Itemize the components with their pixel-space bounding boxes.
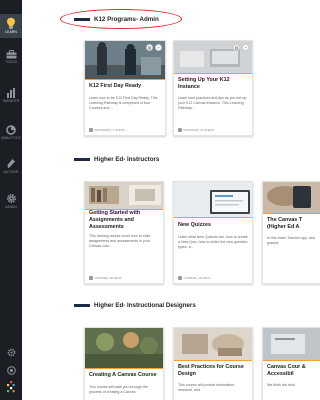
toolbox-icon [6, 50, 16, 59]
section-bar [74, 158, 90, 161]
nav-item-analytics[interactable]: ANALYTICS [0, 125, 22, 140]
card-thumbnail [85, 328, 163, 368]
card-thumbnail [174, 328, 252, 360]
card-description: This course will walk you through the pr… [89, 385, 148, 395]
section-header-higher-ed-designers: Higher Ed- Instructional Designers [74, 302, 196, 309]
card-title: Best Practices for Course Design [174, 360, 252, 380]
nav-item-admin[interactable]: ADMIN [0, 193, 22, 209]
course-card-canvas-teacher-app-partial[interactable]: The Canvas T (Higher Ed A In this instru… [262, 181, 320, 284]
course-card-best-practices-course-design[interactable]: Best Practices for Course Design This co… [173, 327, 253, 400]
course-icon [178, 276, 182, 280]
course-card-creating-canvas-course[interactable]: Creating A Canvas Course This course wil… [84, 327, 164, 400]
card-title: Canvas Cour & Accessibil [263, 360, 320, 380]
card-photo [85, 182, 163, 209]
card-photo [174, 182, 252, 217]
card-description: Learn how to be K12 First Day Ready. Thi… [89, 96, 158, 111]
card-title: K12 First Day Ready [85, 79, 165, 93]
card-title: New Quizzes [174, 217, 252, 232]
bookmark-icon[interactable]: ▤ [233, 44, 240, 51]
analytics-icon [6, 125, 16, 135]
add-icon[interactable]: + [242, 44, 249, 51]
nav-label-analytics: ANALYTICS [1, 136, 21, 140]
app-logo[interactable] [0, 380, 22, 398]
program-icon [178, 128, 182, 132]
card-description: We think the bout [267, 383, 295, 387]
program-card-setting-up-k12-instance[interactable]: ▤ + Setting Up Your K12 Instance Learn b… [173, 40, 253, 136]
card-thumbnail: ▤ + [85, 41, 165, 79]
card-thumbnail [85, 182, 163, 209]
card-photo [174, 328, 252, 360]
card-thumbnail: ▤ + [174, 41, 252, 73]
pen-icon [7, 159, 15, 168]
nav-item-insights[interactable]: INSIGHTS [0, 88, 22, 103]
card-thumbnail [263, 328, 320, 360]
nav-label-tools: TOOLS [5, 60, 17, 64]
card-description: Learn what New Quizzes are, how to creat… [178, 235, 248, 250]
settings-button[interactable] [0, 344, 22, 362]
card-action-badges: ▤ + [233, 44, 249, 51]
nav-item-author[interactable]: AUTHOR [0, 158, 22, 174]
gear-icon [6, 194, 16, 203]
section-title: Higher Ed- Instructors [94, 156, 160, 163]
course-card-canvas-accessibility-partial[interactable]: Canvas Cour & Accessibil We think the bo… [262, 327, 320, 400]
card-description: Learn best practices and tips as you set… [178, 96, 247, 111]
card-photo [85, 328, 163, 368]
card-title: Getting Started with Assignments and Ass… [85, 209, 163, 231]
card-thumbnail [263, 182, 320, 213]
multicolor-logo-icon [7, 381, 15, 393]
card-meta: COURSE | 60 MINS [89, 276, 121, 280]
add-icon[interactable]: + [155, 44, 162, 51]
program-card-k12-first-day-ready[interactable]: ▤ + K12 First Day Ready Learn how to be … [84, 40, 166, 136]
nav-label-learn: LEARN [5, 30, 17, 34]
card-meta-text: PROGRAM | 4 STEPS [94, 128, 125, 132]
nav-label-author: AUTHOR [3, 170, 19, 174]
nav-item-learn[interactable]: LEARN [0, 14, 22, 38]
help-button[interactable] [0, 362, 22, 380]
section-bar [74, 18, 90, 21]
lightbulb-icon [7, 17, 15, 29]
card-meta-text: PROGRAM | 6 STEPS [183, 128, 214, 132]
card-description: This course will provide information, re… [178, 383, 236, 393]
course-card-getting-started-assignments[interactable]: Getting Started with Assignments and Ass… [84, 181, 164, 284]
card-meta-text: COURSE | 60 MINS [94, 276, 122, 280]
card-thumbnail [174, 182, 252, 217]
left-nav-sidebar: LEARN TOOLS INSIGHTS ANALYTICS AUTHOR AD… [0, 0, 22, 400]
nav-label-insights: INSIGHTS [2, 99, 20, 103]
card-meta-text: COURSE | 30 MINS [183, 276, 211, 280]
card-action-badges: ▤ + [146, 44, 162, 51]
card-meta: PROGRAM | 4 STEPS [89, 128, 125, 132]
card-title: Creating A Canvas Course [85, 368, 163, 382]
nav-label-admin: ADMIN [5, 205, 17, 209]
settings-gear-icon [7, 348, 15, 357]
section-title: K12 Programs- Admin [94, 16, 159, 23]
nav-item-tools[interactable]: TOOLS [0, 50, 22, 64]
course-icon [89, 276, 93, 280]
card-meta: PROGRAM | 6 STEPS [178, 128, 214, 132]
card-description: This training course cover how to build … [89, 234, 151, 249]
section-header-higher-ed-instructors: Higher Ed- Instructors [74, 156, 159, 163]
card-title: The Canvas T (Higher Ed A [263, 213, 320, 233]
section-title: Higher Ed- Instructional Designers [94, 302, 196, 309]
card-photo [263, 182, 320, 213]
card-title: Setting Up Your K12 Instance [174, 73, 252, 93]
program-icon [89, 128, 93, 132]
course-card-new-quizzes[interactable]: New Quizzes Learn what New Quizzes are, … [173, 181, 253, 284]
help-icon [6, 366, 16, 375]
section-header-k12-admin: K12 Programs- Admin [74, 16, 159, 23]
section-bar [74, 304, 90, 307]
card-meta: COURSE | 30 MINS [178, 276, 210, 280]
bar-chart-icon [7, 88, 15, 98]
card-description: In this instru Teacher app, and graded [267, 236, 316, 246]
card-photo [263, 328, 320, 360]
bookmark-icon[interactable]: ▤ [146, 44, 153, 51]
